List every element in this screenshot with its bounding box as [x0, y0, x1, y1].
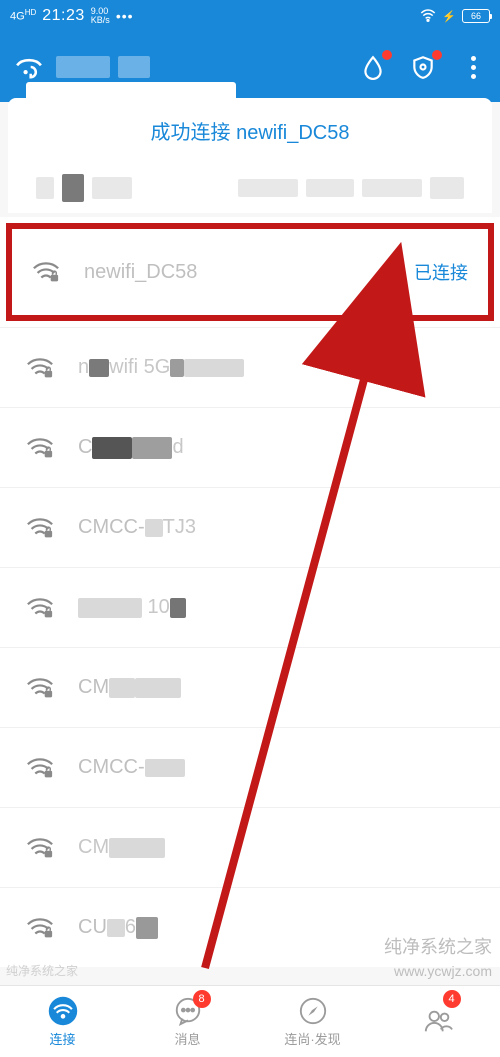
wifi-lock-icon — [26, 436, 54, 460]
water-drop-icon[interactable] — [358, 52, 388, 82]
net-speed: 9.00KB/s — [91, 7, 110, 25]
wifi-item[interactable]: nwifi 5G — [0, 327, 500, 407]
success-message: 成功连接 newifi_DC58 — [20, 116, 480, 145]
connected-badge: 已连接 — [388, 259, 468, 285]
nav-discover[interactable]: 连尚·发现 — [250, 986, 375, 1057]
wifi-lock-icon — [26, 676, 54, 700]
wifi-lock-icon — [26, 356, 54, 380]
wifi-icon — [47, 995, 79, 1027]
watermark-line1: 纯净系统之家 — [384, 933, 492, 959]
wifi-name: 10 — [78, 596, 474, 619]
wifi-item[interactable]: CMCC- — [0, 727, 500, 807]
more-notifications: ••• — [116, 8, 134, 24]
nav-label: 消息 — [174, 1029, 200, 1048]
nav-mine[interactable]: 4 — [375, 986, 500, 1057]
nav-label: 连接 — [49, 1029, 75, 1048]
app-title-blurred — [56, 56, 150, 78]
watermark-left: 纯净系统之家 — [6, 962, 78, 979]
nav-label: 连尚·发现 — [284, 1029, 340, 1048]
connection-success-card: 成功连接 newifi_DC58 — [8, 98, 492, 213]
wifi-item[interactable]: CM — [0, 647, 500, 727]
nav-connect[interactable]: 连接 — [0, 986, 125, 1057]
compass-icon — [297, 995, 329, 1027]
wifi-name: Cd — [78, 436, 474, 459]
wifi-lock-icon — [32, 260, 60, 284]
wifi-lock-icon — [26, 516, 54, 540]
wifi-name: CM — [78, 836, 474, 859]
nav-messages[interactable]: 消息 8 — [125, 986, 250, 1057]
wifi-status-icon — [420, 8, 436, 25]
wifi-name: CMCC-TJ3 — [78, 516, 474, 539]
bottom-nav: 连接 消息 8 连尚·发现 4 — [0, 985, 500, 1057]
wifi-item[interactable]: 10 — [0, 567, 500, 647]
wifi-item[interactable]: Cd — [0, 407, 500, 487]
wifi-lock-icon — [26, 756, 54, 780]
badge: 4 — [443, 990, 461, 1008]
wifi-item[interactable]: CMCC-TJ3 — [0, 487, 500, 567]
wifi-lock-icon — [26, 596, 54, 620]
badge: 8 — [193, 990, 211, 1008]
wifi-item-connected[interactable]: newifi_DC58 已连接 — [0, 217, 500, 327]
watermark-line2: www.ycwjz.com — [394, 963, 492, 979]
battery-indicator: 66 — [462, 9, 490, 23]
wifi-lock-icon — [26, 916, 54, 940]
clock: 21:23 — [42, 7, 85, 25]
wifi-item[interactable]: CM — [0, 807, 500, 887]
wifi-name: nwifi 5G — [78, 356, 474, 379]
wifi-lock-icon — [26, 836, 54, 860]
wifi-name: CM — [78, 676, 474, 699]
shield-icon[interactable] — [408, 52, 438, 82]
blurred-info-row — [20, 171, 480, 205]
wifi-list: newifi_DC58 已连接 nwifi 5G Cd CMCC-TJ3 — [0, 217, 500, 967]
status-bar: 4GHD 21:23 9.00KB/s ••• ⚡ 66 — [0, 0, 500, 32]
wifi-name: CMCC- — [78, 756, 474, 779]
menu-icon[interactable] — [458, 52, 488, 82]
charging-icon: ⚡ — [442, 10, 456, 23]
wifi-name: newifi_DC58 — [84, 261, 388, 284]
app-logo-icon — [12, 50, 46, 84]
network-type: 4GHD — [10, 9, 36, 23]
people-icon — [422, 1005, 454, 1037]
